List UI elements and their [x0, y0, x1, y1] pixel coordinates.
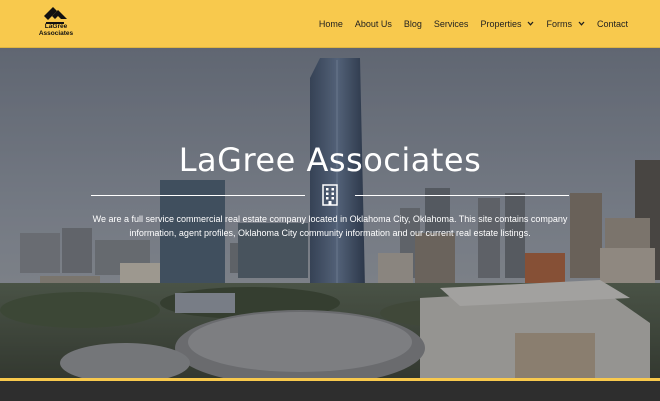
- hero-divider-left: [91, 195, 305, 196]
- nav-properties-label: Properties: [480, 18, 522, 29]
- nav-home[interactable]: Home: [319, 19, 343, 29]
- nav-blog[interactable]: Blog: [404, 19, 422, 29]
- site-header: LaGree Associates Home About Us Blog Ser…: [0, 0, 660, 48]
- nav-about-us-label: About Us: [354, 18, 392, 29]
- nav-blog-label: Blog: [403, 18, 422, 29]
- nav-forms[interactable]: Forms: [546, 19, 585, 29]
- nav-services-label: Services: [433, 18, 469, 29]
- nav-properties[interactable]: Properties: [480, 19, 534, 29]
- hero-title: LaGree Associates: [178, 141, 482, 179]
- logo-text: LaGree Associates: [34, 23, 78, 37]
- logo-text-line2: Associates: [38, 29, 74, 37]
- building-icon: [322, 184, 338, 206]
- chevron-down-icon: [578, 21, 585, 26]
- nav-forms-label: Forms: [546, 18, 572, 29]
- site-logo[interactable]: LaGree Associates: [34, 6, 74, 38]
- hero-description: We are a full service commercial real es…: [92, 214, 568, 238]
- main-nav: Home About Us Blog Services Properties F…: [307, 0, 628, 47]
- nav-contact[interactable]: Contact: [597, 19, 628, 29]
- nav-about-us[interactable]: About Us: [355, 19, 392, 29]
- hero-banner: LaGree Associates We are a full service …: [0, 48, 660, 378]
- nav-contact-label: Contact: [596, 18, 628, 29]
- hero-divider-right: [355, 195, 569, 196]
- footer-band: [0, 381, 660, 401]
- nav-services[interactable]: Services: [434, 19, 469, 29]
- nav-home-label: Home: [318, 18, 343, 29]
- chevron-down-icon: [527, 21, 534, 26]
